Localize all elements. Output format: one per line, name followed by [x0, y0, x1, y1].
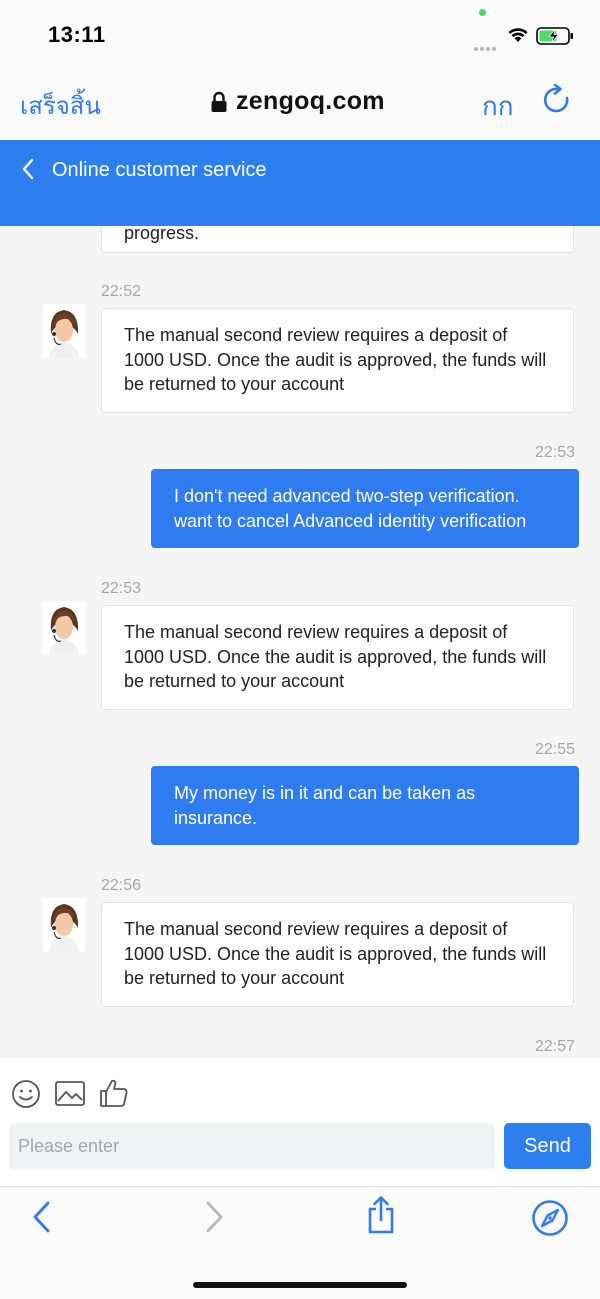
compass-icon[interactable] [531, 1199, 569, 1237]
message-text: The manual second review requires a depo… [124, 325, 547, 394]
status-bar: 13:11 [0, 0, 600, 68]
message-text: progress. [124, 226, 200, 243]
message-timestamp: 22:55 [535, 741, 576, 758]
message-text: The manual second review requires a depo… [124, 622, 547, 691]
page-title: Online customer service [52, 159, 267, 181]
text-size-button[interactable]: กก [482, 86, 513, 127]
message-text: I don't need advanced two-step verificat… [174, 486, 527, 531]
lock-icon [211, 91, 227, 112]
message-timestamp: 22:53 [535, 444, 576, 461]
message-timestamp: 22:53 [101, 580, 142, 597]
image-icon[interactable] [55, 1081, 85, 1107]
address-field[interactable]: zengoq.com [210, 86, 385, 116]
url-text: zengoq.com [236, 86, 385, 115]
user-message: I don't need advanced two-step verificat… [151, 469, 579, 548]
agent-avatar [43, 601, 85, 655]
browser-url-bar: เสร็จสิ้น zengoq.com กก [0, 68, 600, 140]
message-text: My money is in it and can be taken as in… [174, 783, 476, 828]
agent-avatar [43, 304, 85, 358]
battery-charging-icon [536, 27, 573, 45]
message-composer: Send [0, 1056, 600, 1186]
done-button[interactable]: เสร็จสิ้น [20, 86, 101, 125]
send-button[interactable]: Send [504, 1123, 591, 1169]
browser-toolbar [0, 1186, 600, 1299]
message-input[interactable] [9, 1123, 495, 1169]
chat-message-list[interactable]: progress. 22:52 The manual second review… [0, 226, 600, 1056]
agent-avatar [43, 898, 85, 952]
agent-message: The manual second review requires a depo… [101, 308, 574, 413]
cellular-signal-icon [474, 38, 498, 56]
agent-message: progress. [101, 226, 574, 253]
browser-forward-icon[interactable] [202, 1199, 226, 1235]
browser-back-icon[interactable] [30, 1199, 54, 1235]
emoji-icon[interactable] [11, 1079, 41, 1109]
agent-message: The manual second review requires a depo… [101, 902, 574, 1007]
agent-message: The manual second review requires a depo… [101, 605, 574, 710]
reload-icon[interactable] [543, 84, 573, 116]
home-indicator [193, 1282, 407, 1288]
back-chevron-icon[interactable] [20, 157, 36, 181]
share-icon[interactable] [365, 1195, 397, 1235]
user-message: My money is in it and can be taken as in… [151, 766, 579, 845]
message-timestamp: 22:52 [101, 283, 142, 300]
thumbs-up-icon[interactable] [99, 1078, 129, 1108]
camera-indicator-dot [479, 9, 486, 16]
app-header: Online customer service [0, 140, 600, 226]
message-text: The manual second review requires a depo… [124, 919, 547, 988]
status-time: 13:11 [48, 22, 106, 47]
wifi-icon [508, 28, 528, 42]
message-timestamp: 22:56 [101, 877, 142, 894]
message-timestamp: 22:57 [535, 1038, 576, 1055]
